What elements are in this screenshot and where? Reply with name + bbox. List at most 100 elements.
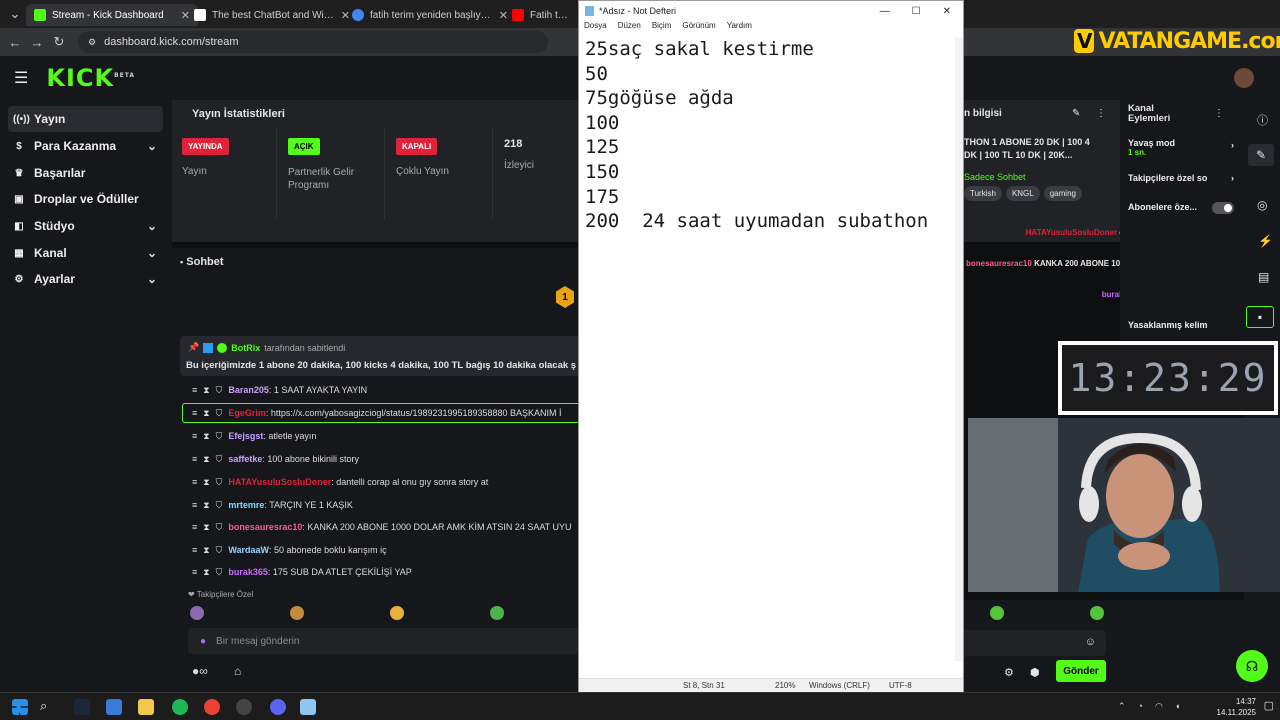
menu-file[interactable]: Dosya bbox=[584, 21, 607, 34]
timeout-icon[interactable]: ⧗ bbox=[203, 408, 209, 419]
sidebar-item-ayarlar[interactable]: ⚙ Ayarlar ⌄ bbox=[8, 266, 163, 292]
tag[interactable]: gaming bbox=[1043, 186, 1082, 201]
emoji-picker-icon[interactable]: ☺ bbox=[1085, 636, 1096, 648]
discord-icon[interactable] bbox=[270, 699, 286, 715]
timeout-icon[interactable]: ⧗ bbox=[203, 454, 209, 465]
drag-handle-icon[interactable]: ≡ bbox=[192, 522, 197, 532]
wifi-icon[interactable]: ◠ bbox=[1155, 701, 1163, 712]
mod-shield-icon[interactable]: ⛉ bbox=[216, 431, 223, 442]
chevron-down-icon[interactable]: ⌄ bbox=[147, 219, 157, 233]
lightning-icon[interactable]: ⚡ bbox=[1258, 234, 1273, 248]
avatar[interactable] bbox=[1234, 68, 1254, 88]
target-icon[interactable]: ◎ bbox=[1257, 198, 1267, 212]
edit-icon[interactable]: ✎ bbox=[1248, 144, 1274, 166]
drag-handle-icon[interactable]: ≡ bbox=[192, 454, 197, 464]
store-icon[interactable]: ⌂ bbox=[234, 664, 241, 678]
mod-shield-icon[interactable]: ⛉ bbox=[216, 567, 223, 578]
drag-handle-icon[interactable]: ≡ bbox=[192, 408, 197, 418]
mod-shield-icon[interactable]: ⛉ bbox=[216, 522, 223, 533]
settings-icon[interactable]: ⚙ bbox=[1004, 666, 1014, 679]
forward-icon[interactable]: → bbox=[26, 35, 48, 50]
more-icon[interactable]: ⋮ bbox=[1214, 108, 1224, 119]
system-tray[interactable]: ⌃ ◔ ◠ ◖ bbox=[1118, 701, 1180, 712]
chat-username[interactable]: bonesauresrac10 bbox=[228, 522, 302, 532]
minimize-icon[interactable]: — bbox=[880, 6, 890, 17]
menu-format[interactable]: Biçim bbox=[652, 21, 672, 34]
sidebar-item-para-kazanma[interactable]: $ Para Kazanma ⌄ bbox=[8, 133, 163, 159]
emote-1-icon[interactable] bbox=[190, 606, 204, 620]
drag-handle-icon[interactable]: ≡ bbox=[192, 385, 197, 395]
emote-4-icon[interactable] bbox=[490, 606, 504, 620]
timeout-icon[interactable]: ⧗ bbox=[203, 385, 209, 396]
edit-icon[interactable]: ✎ bbox=[1072, 108, 1080, 119]
chat-icon[interactable]: ▪ bbox=[1246, 306, 1274, 328]
mod-shield-icon[interactable]: ⛉ bbox=[216, 545, 223, 556]
mod-shield-icon[interactable]: ⛉ bbox=[216, 477, 223, 488]
clock[interactable]: 14:37 14.11.2025 bbox=[1217, 696, 1256, 718]
kanal-item-slow-mode[interactable]: Yavaş mod 1 sn. › bbox=[1128, 138, 1234, 157]
emote-2-icon[interactable] bbox=[290, 606, 304, 620]
obs-icon[interactable] bbox=[236, 699, 252, 715]
chat-input-extension[interactable]: ☺ bbox=[958, 630, 1106, 656]
kick-logo[interactable]: KICKBETA bbox=[46, 64, 135, 92]
search-icon[interactable]: ⌕ bbox=[40, 698, 47, 714]
drag-handle-icon[interactable]: ≡ bbox=[192, 477, 197, 487]
emote-3-icon[interactable] bbox=[390, 606, 404, 620]
chat-username[interactable]: EgeGrim bbox=[228, 408, 266, 418]
chat-username[interactable]: burak365 bbox=[228, 567, 268, 577]
chat-message-input[interactable]: ● Bir mesaj gönderin bbox=[188, 628, 588, 654]
start-icon[interactable] bbox=[12, 699, 28, 715]
chat-username[interactable]: mrtemre bbox=[228, 500, 264, 510]
url-input[interactable]: ⚙ dashboard.kick.com/stream bbox=[78, 31, 548, 53]
kanal-item-banned-words[interactable]: Yasaklanmış kelim bbox=[1128, 320, 1234, 330]
emote-6-icon[interactable] bbox=[1090, 606, 1104, 620]
notifications-icon[interactable]: ▢ bbox=[1264, 699, 1274, 712]
menu-view[interactable]: Görünüm bbox=[682, 21, 715, 34]
mod-shield-icon[interactable]: ⛉ bbox=[216, 408, 223, 419]
notepad-task-icon[interactable] bbox=[300, 699, 316, 715]
steam-icon[interactable] bbox=[74, 699, 90, 715]
chevron-down-icon[interactable]: ⌄ bbox=[147, 246, 157, 260]
timeout-icon[interactable]: ⧗ bbox=[203, 522, 209, 533]
toggle-switch[interactable] bbox=[1212, 202, 1234, 214]
timeout-icon[interactable]: ⧗ bbox=[203, 500, 209, 511]
menu-icon[interactable]: ☰ bbox=[14, 68, 28, 88]
mod-shield-icon[interactable]: ⛉ bbox=[216, 500, 223, 511]
sidebar-item-droplar[interactable]: ▣ Droplar ve Ödüller bbox=[8, 186, 163, 212]
tab-list-icon[interactable]: ⌄ bbox=[4, 6, 26, 22]
chat-username[interactable]: HATAYusuluSosluDoner bbox=[228, 477, 331, 487]
chat-username[interactable]: Efejsgst bbox=[228, 431, 263, 441]
timeout-icon[interactable]: ⧗ bbox=[203, 477, 209, 488]
chevron-down-icon[interactable]: ⌄ bbox=[147, 272, 157, 286]
sidebar-item-studyo[interactable]: ◧ Stüdyo ⌄ bbox=[8, 213, 163, 239]
chevron-down-icon[interactable]: ⌄ bbox=[147, 139, 157, 153]
drag-handle-icon[interactable]: ≡ bbox=[192, 500, 197, 510]
more-icon[interactable]: ⋮ bbox=[1096, 108, 1106, 119]
drag-handle-icon[interactable]: ≡ bbox=[192, 545, 197, 555]
chevron-up-icon[interactable]: ⌃ bbox=[1118, 701, 1126, 712]
drag-handle-icon[interactable]: ≡ bbox=[192, 431, 197, 441]
sidebar-item-yayin[interactable]: ((•)) Yayın bbox=[8, 106, 163, 132]
tab-google-search[interactable]: fatih terim yeniden başlıyoruz ✕ bbox=[344, 4, 516, 26]
chat-username[interactable]: WardaaW bbox=[228, 545, 269, 555]
mod-shield-icon[interactable]: ⛉ bbox=[216, 385, 223, 396]
vertical-scrollbar[interactable] bbox=[955, 37, 963, 661]
menu-edit[interactable]: Düzen bbox=[618, 21, 641, 34]
timeout-icon[interactable]: ⧗ bbox=[203, 567, 209, 578]
maximize-icon[interactable]: ☐ bbox=[912, 6, 921, 17]
back-icon[interactable]: ← bbox=[4, 35, 26, 50]
mic-icon[interactable]: ● bbox=[200, 636, 206, 647]
sidebar-item-kanal[interactable]: ▦ Kanal ⌄ bbox=[8, 240, 163, 266]
tab-kick-dashboard[interactable]: Stream - Kick Dashboard ✕ bbox=[26, 4, 198, 26]
tab-chatbot[interactable]: The best ChatBot and Widgets ✕ bbox=[186, 4, 358, 26]
mod-shield-icon[interactable]: ⛉ bbox=[216, 454, 223, 465]
tag[interactable]: KNGL bbox=[1005, 186, 1040, 201]
chrome-icon[interactable] bbox=[204, 699, 220, 715]
folder-icon[interactable] bbox=[138, 699, 154, 715]
kanal-item-sub-only[interactable]: Abonelere öze... bbox=[1128, 202, 1234, 214]
timeout-icon[interactable]: ⧗ bbox=[203, 431, 209, 442]
emote-5-icon[interactable] bbox=[990, 606, 1004, 620]
shield-icon[interactable]: ⬢ bbox=[1030, 666, 1040, 679]
drag-handle-icon[interactable]: ≡ bbox=[192, 567, 197, 577]
tag[interactable]: Turkish bbox=[964, 186, 1002, 201]
